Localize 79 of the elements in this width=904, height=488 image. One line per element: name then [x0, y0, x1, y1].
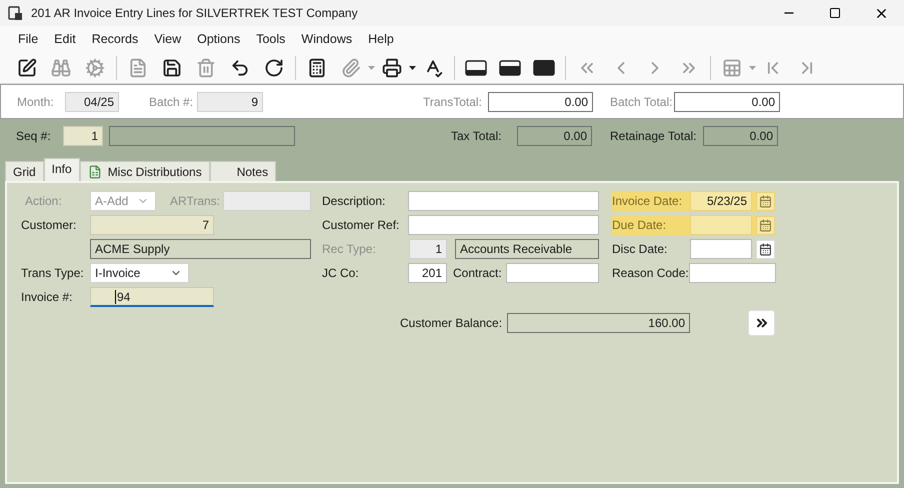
field-label: Invoice Date:	[612, 193, 684, 210]
field-label: TransTotal:	[423, 94, 483, 110]
calendar-icon	[759, 218, 772, 232]
calendar-icon	[759, 242, 772, 256]
menu-item[interactable]: Edit	[46, 30, 84, 48]
input-field[interactable]	[408, 215, 599, 235]
field-label: ARTrans:	[170, 193, 222, 210]
layout-icon	[465, 60, 487, 76]
input-field[interactable]: 160.00	[507, 313, 690, 333]
field-label: Description:	[322, 193, 386, 210]
field-label: Batch Total:	[610, 94, 674, 110]
menu-item[interactable]: Options	[189, 30, 248, 48]
maximize-icon	[829, 7, 841, 19]
caret-icon[interactable]	[409, 66, 416, 70]
tab[interactable]: Misc Distributions	[80, 161, 210, 181]
edit-icon	[17, 58, 37, 78]
calculator-icon	[307, 58, 327, 78]
input-field[interactable]: 201	[408, 263, 447, 283]
refresh-icon	[264, 58, 284, 78]
menu-item[interactable]: Windows	[293, 30, 360, 48]
menu-item[interactable]: Help	[360, 30, 402, 48]
field-label: Tax Total:	[451, 128, 502, 145]
gear-icon	[85, 58, 105, 78]
document-icon	[128, 58, 148, 78]
printer-icon	[382, 58, 402, 78]
date-field[interactable]	[690, 215, 752, 235]
table-settings-icon	[722, 58, 742, 78]
layout-icon	[499, 60, 521, 76]
field-label: Reason Code:	[612, 265, 689, 282]
date-field[interactable]	[690, 239, 752, 259]
menu-item[interactable]: File	[10, 30, 46, 48]
field-label: Retainage Total:	[610, 128, 698, 145]
field-label: Customer:	[21, 217, 78, 234]
input-field[interactable]	[506, 263, 599, 283]
calendar-icon	[759, 194, 772, 208]
field-label: Disc Date:	[612, 241, 668, 258]
paperclip-icon	[341, 58, 361, 78]
field-label: Contract:	[453, 265, 503, 282]
input-field[interactable]: 0.00	[703, 126, 778, 146]
menu-item[interactable]: Tools	[248, 30, 294, 48]
field-label: Rec Type:	[322, 241, 377, 258]
field-label: Month:	[17, 94, 55, 110]
binoculars-icon	[51, 58, 71, 78]
undo-icon	[230, 58, 250, 78]
tab[interactable]: Info	[44, 158, 80, 181]
trash-icon	[196, 58, 216, 78]
app-icon	[8, 6, 23, 20]
field-label: Trans Type:	[21, 265, 85, 282]
input-field[interactable]: Accounts Receivable	[455, 239, 599, 259]
input-field[interactable]: 0.00	[488, 92, 593, 112]
expand-button[interactable]	[748, 310, 775, 336]
input-field[interactable]: 0.00	[674, 92, 780, 112]
input-field[interactable]: 0.00	[517, 126, 592, 146]
input-field[interactable]: 94	[90, 287, 214, 307]
menu-item[interactable]: Records	[84, 30, 146, 48]
layout-icon	[533, 60, 555, 76]
field-label: Seq #:	[16, 128, 52, 145]
dropdown[interactable]: I-Invoice	[90, 263, 189, 283]
save-icon	[162, 58, 182, 78]
input-field[interactable]: ACME Supply	[90, 239, 311, 259]
field-label: Batch #:	[149, 94, 194, 110]
date-field[interactable]: 5/23/25	[690, 191, 752, 211]
field-label: Customer Ref:	[322, 217, 400, 234]
field-label: Customer Balance:	[400, 315, 504, 332]
field-label: Due Date:	[612, 217, 668, 234]
window-title: 201 AR Invoice Entry Lines for SILVERTREK TEST Company	[31, 5, 358, 22]
input-field[interactable]	[408, 191, 599, 211]
tab[interactable]: Notes	[210, 161, 276, 181]
input-field[interactable]	[689, 263, 776, 283]
field-label: Invoice #:	[21, 289, 74, 306]
menu-item[interactable]: View	[146, 30, 190, 48]
input-field[interactable]: 9	[197, 92, 263, 112]
input-field[interactable]: 04/25	[65, 92, 119, 112]
calendar-button[interactable]	[756, 240, 775, 258]
field-label: JC Co:	[322, 265, 360, 282]
input-field[interactable]: 7	[90, 215, 214, 235]
tab[interactable]: Grid	[5, 161, 44, 181]
field-label: Action:	[24, 193, 63, 210]
input-field[interactable]: 1	[63, 126, 103, 146]
